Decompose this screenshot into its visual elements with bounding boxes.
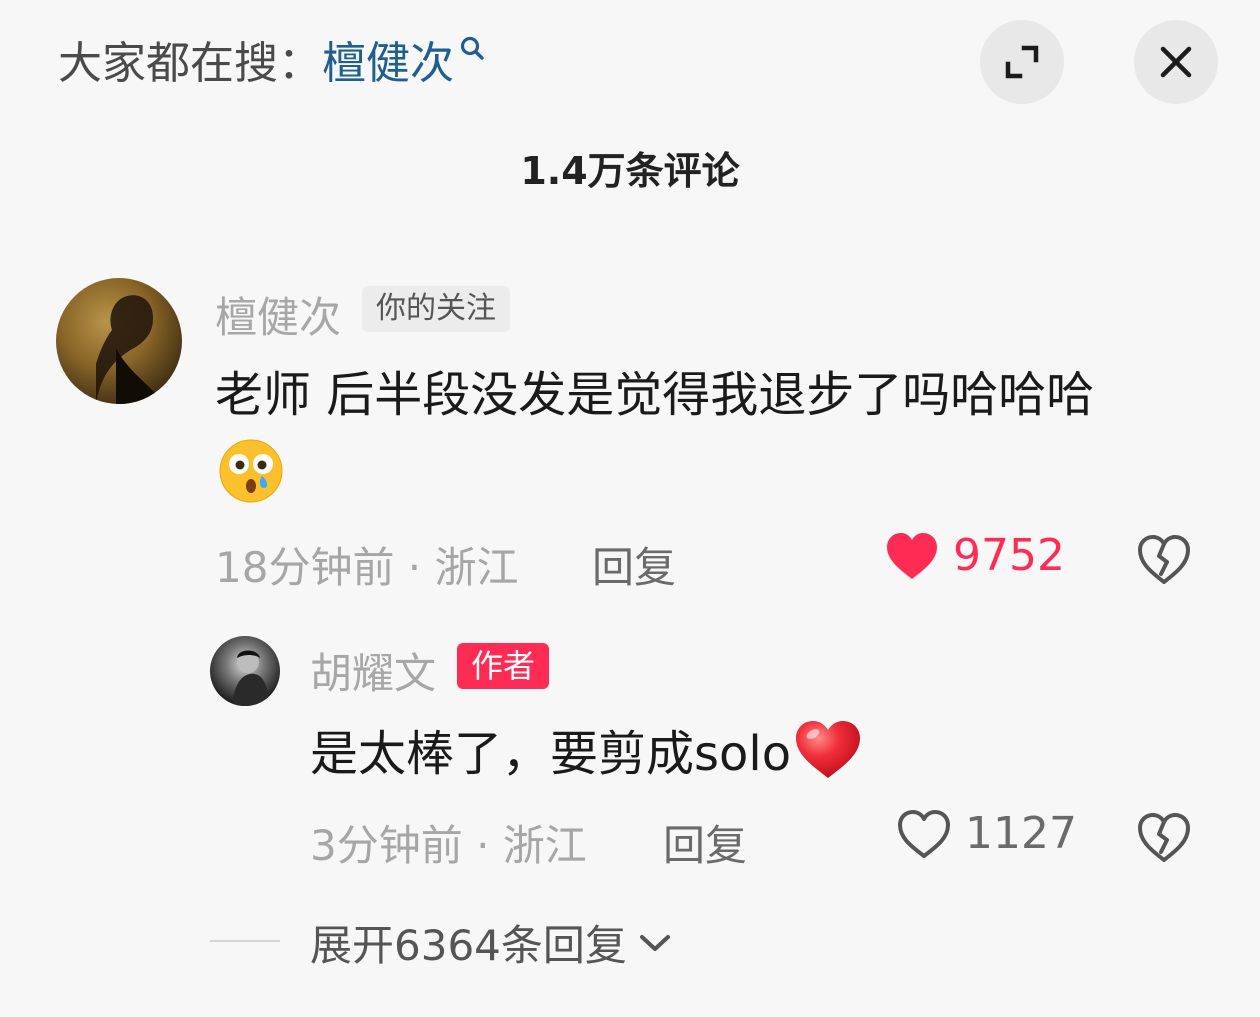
comment-time-location: 18分钟前 · 浙江 (215, 543, 519, 592)
broken-heart-icon[interactable] (1136, 532, 1192, 588)
expand-icon (1005, 45, 1039, 79)
astonished-tear-emoji (219, 439, 283, 503)
divider (210, 940, 280, 942)
chevron-down-icon (639, 934, 670, 951)
close-icon (1160, 46, 1192, 78)
following-badge: 你的关注 (362, 286, 510, 332)
reply-avatar[interactable] (210, 636, 280, 706)
expand-button[interactable] (980, 20, 1064, 104)
expand-replies-button[interactable]: 展开6364条回复 (310, 912, 673, 973)
reply-to-reply-button[interactable]: 回复 (663, 812, 747, 873)
avatar[interactable] (56, 278, 182, 404)
heart-filled-icon (887, 532, 937, 579)
close-button[interactable] (1134, 20, 1218, 104)
broken-heart-icon[interactable] (1136, 810, 1192, 866)
reply-like-count: 1127 (965, 808, 1077, 859)
like-count: 9752 (953, 530, 1065, 581)
red-heart-emoji (796, 721, 861, 778)
comment-count: 1.4万条评论 (520, 149, 740, 193)
search-prefix: 大家都在搜： (58, 38, 322, 89)
reply-username[interactable]: 胡耀文 (310, 640, 436, 701)
avatar-photo (96, 295, 166, 404)
reply-avatar-photo (232, 650, 270, 706)
search-suggestion[interactable]: 大家都在搜：檀健次 (58, 34, 484, 94)
reply-text-content: 是太棒了，要剪成solo (310, 726, 792, 782)
reply-button[interactable]: 回复 (592, 534, 676, 595)
comment-text: 老师 后半段没发是觉得我退步了吗哈哈哈 (215, 367, 1095, 423)
reply-time-location: 3分钟前 · 浙江 (310, 821, 587, 870)
reply-like-button[interactable]: 1127 (897, 808, 1077, 859)
search-term-link[interactable]: 檀健次 (322, 38, 454, 89)
heart-outline-icon (898, 809, 950, 858)
search-icon (460, 36, 484, 60)
like-button[interactable]: 9752 (885, 530, 1065, 581)
expand-replies-label: 展开6364条回复 (310, 921, 627, 970)
author-badge: 作者 (457, 643, 550, 689)
comment-username[interactable]: 檀健次 (215, 284, 341, 345)
comment-panel: 大家都在搜：檀健次 1.4万条评论 檀健次 你的关注 老师 后半段没发是觉得我退… (0, 0, 1260, 1017)
reply-text: 是太棒了，要剪成solo (310, 715, 1210, 793)
